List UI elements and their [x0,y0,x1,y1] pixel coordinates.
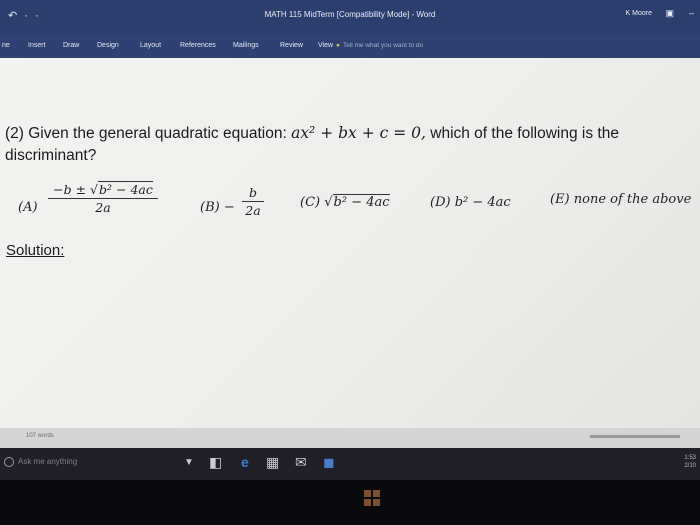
option-e: (E) none of the above [550,192,692,207]
cortana-icon [4,457,14,467]
clock-date: 2/10 [684,463,696,469]
quadratic-equation: ax² + bx + c = 0, [291,124,426,142]
tab-references[interactable]: References [180,42,216,49]
option-b-denominator: 2a [245,203,261,218]
windows-logo-icon [364,490,380,506]
tab-draw[interactable]: Draw [63,42,79,49]
solution-heading: Solution: [6,242,65,259]
task-view-icon[interactable]: ◧ [209,454,222,471]
ribbon-display-icon[interactable]: ▣ [665,8,674,19]
tab-design[interactable]: Design [97,42,119,49]
tab-home[interactable]: ne [2,42,10,49]
store-icon[interactable]: ▦ [266,454,279,471]
option-c: (C) √b² − 4ac [300,194,390,210]
cortana-placeholder: Ask me anything [18,457,78,467]
account-name[interactable]: K Moore [626,10,652,17]
tab-insert[interactable]: Insert [28,42,46,49]
tab-view[interactable]: View [318,42,333,49]
taskbar: Ask me anything ▼ ◧ e ▦ ✉ ◼ 1:53 2/10 [0,448,700,480]
option-a-numerator: −b ± √b² − 4ac [48,181,158,197]
tab-review[interactable]: Review [280,42,303,49]
question-suffix: which of the following is the [430,125,619,142]
option-c-radicand: b² − 4ac [332,194,390,210]
tell-me-search[interactable]: ● Tell me what you want to do [336,42,423,49]
option-d: (D) b² − 4ac [430,195,511,210]
minimize-icon[interactable]: – [689,8,694,18]
clock-time: 1:53 [684,455,696,461]
tab-mailings[interactable]: Mailings [233,42,259,49]
title-bar: ↶ · · MATH 115 MidTerm [Compatibility Mo… [0,0,700,34]
monitor-bezel [0,480,700,525]
system-clock[interactable]: 1:53 2/10 [684,454,696,470]
option-a-fraction: −b ± √b² − 4ac 2a [48,181,158,215]
option-a-radicand: b² − 4ac [98,181,153,197]
mail-icon[interactable]: ✉ [295,454,307,471]
option-a-fraction-bar [48,198,158,199]
word-count[interactable]: 107 words [26,433,54,439]
option-a-denominator: 2a [95,200,111,215]
document-page[interactable]: (2) Given the general quadratic equation… [0,58,700,428]
lightbulb-icon: ● [336,42,340,49]
option-b-numerator: b [248,185,257,200]
option-a-numerator-lead: −b ± √ [53,182,99,197]
edge-browser-icon[interactable]: e [241,454,249,470]
question-prefix: (2) Given the general quadratic equation… [5,125,287,142]
option-b-label: (B) − [200,200,235,215]
option-b-fraction: b 2a [242,185,264,218]
question-line-2: discriminant? [5,147,97,164]
word-app-icon[interactable]: ◼ [323,454,335,471]
option-b-fraction-bar [242,201,264,202]
cortana-search[interactable]: Ask me anything [4,457,77,467]
question-line-1: (2) Given the general quadratic equation… [5,124,619,143]
ribbon-tabs: ne Insert Draw Design Layout References … [0,34,700,58]
status-bar: 107 words [0,428,700,448]
microphone-icon[interactable]: ▼ [184,457,194,468]
tell-me-placeholder: Tell me what you want to do [342,42,424,49]
option-a-label: (A) [18,200,38,215]
window-title: MATH 115 MidTerm [Compatibility Mode] - … [264,10,436,19]
zoom-slider[interactable] [590,435,680,438]
tab-layout[interactable]: Layout [140,42,161,49]
option-c-label: (C) √ [300,195,333,210]
